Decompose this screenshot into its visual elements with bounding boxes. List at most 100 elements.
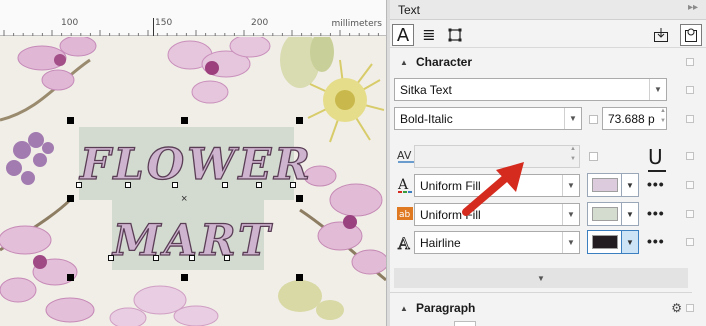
paragraph-tab-button[interactable]: ≣ — [418, 24, 440, 46]
collapse-docker-icon[interactable]: ▸▸ — [688, 2, 698, 13]
outline-color-swatch — [592, 235, 618, 249]
character-node[interactable] — [153, 255, 159, 261]
outline-width-value: Hairline — [420, 236, 461, 250]
selection-handle-middle-left[interactable] — [67, 195, 74, 202]
ruler-label-150: 150 — [155, 18, 173, 28]
kerning-checkbox[interactable] — [589, 152, 598, 161]
selection-handle-top-left[interactable] — [67, 117, 74, 124]
underline-pin[interactable] — [686, 152, 694, 160]
docker-options-button[interactable] — [680, 24, 702, 46]
ruler-label-200: 200 — [251, 18, 269, 28]
chevron-down-icon[interactable]: ▼ — [621, 174, 638, 196]
docker-title: Text — [398, 3, 421, 17]
outline-more-button[interactable]: ••• — [647, 233, 665, 249]
character-node[interactable] — [108, 255, 114, 261]
paragraph-control-partial[interactable] — [454, 321, 476, 326]
section-divider — [390, 292, 692, 293]
paragraph-pin[interactable] — [686, 304, 694, 312]
outline-width-dropdown[interactable]: Hairline ▼ — [414, 231, 580, 254]
docker-title-bar: Text ▸▸ — [390, 0, 706, 20]
chevron-down-icon[interactable]: ▼ — [562, 232, 579, 253]
chevron-down-icon[interactable]: ▼ — [621, 231, 638, 253]
frame-tab-button[interactable] — [444, 24, 466, 46]
chevron-down-icon[interactable]: ▼ — [562, 204, 579, 225]
character-node[interactable] — [290, 182, 296, 188]
font-style-dropdown[interactable]: Bold-Italic ▼ — [394, 107, 582, 130]
kerning-spin-down[interactable]: ▼ — [568, 156, 578, 166]
ruler-cursor-marker — [153, 18, 154, 36]
font-style-value: Bold-Italic — [400, 112, 453, 126]
character-node[interactable] — [224, 255, 230, 261]
document-canvas[interactable]: 100 150 200 millimeters FLOWER MART × — [0, 0, 386, 326]
docker-toolbar: A ≣ — [390, 22, 706, 48]
selection-handle-bottom-center[interactable] — [181, 274, 188, 281]
paragraph-section-header[interactable]: ▲ Paragraph ⚙ — [390, 298, 706, 320]
text-fill-color-picker[interactable]: ▼ — [587, 173, 639, 197]
font-family-dropdown[interactable]: Sitka Text ▼ — [394, 78, 667, 101]
character-section-header[interactable]: ▲ Character — [390, 52, 706, 74]
background-fill-swatch — [592, 207, 618, 221]
outline-icon: A — [397, 234, 413, 254]
chevron-down-icon[interactable]: ▼ — [562, 175, 579, 196]
kerning-icon: AV — [397, 148, 414, 164]
outline-color-picker[interactable]: ▼ — [587, 230, 639, 254]
font-family-pin[interactable] — [686, 86, 694, 94]
ruler-unit: millimeters — [331, 19, 382, 29]
text-fill-swatch — [592, 178, 618, 192]
outline-pin[interactable] — [686, 238, 694, 246]
font-size-pin[interactable] — [686, 115, 694, 123]
selection-handle-bottom-right[interactable] — [296, 274, 303, 281]
import-icon — [654, 28, 668, 42]
artistic-text-line1[interactable]: FLOWER — [79, 139, 313, 190]
selection-handle-top-center[interactable] — [181, 117, 188, 124]
font-size-spin-up[interactable]: ▲ — [658, 108, 668, 118]
character-node[interactable] — [222, 182, 228, 188]
selection-handle-middle-right[interactable] — [296, 195, 303, 202]
horizontal-ruler[interactable]: 100 150 200 millimeters — [0, 0, 386, 36]
selection-handle-top-right[interactable] — [296, 117, 303, 124]
font-family-value: Sitka Text — [400, 83, 452, 97]
selection-handle-bottom-left[interactable] — [67, 274, 74, 281]
svg-text:AV: AV — [397, 149, 412, 162]
character-node[interactable] — [172, 182, 178, 188]
chevron-down-icon[interactable]: ▼ — [564, 108, 581, 129]
rotation-center-mark: × — [181, 193, 188, 205]
character-section-title: Character — [416, 55, 473, 69]
font-size-spin-down[interactable]: ▼ — [658, 118, 668, 128]
character-format-icon: A — [396, 24, 410, 46]
background-fill-icon: ab — [397, 206, 413, 222]
options-icon — [685, 28, 697, 42]
ruler-ticks — [3, 30, 379, 36]
svg-text:A: A — [397, 177, 409, 193]
background-fill-more-button[interactable]: ••• — [647, 205, 665, 221]
import-styles-button[interactable] — [650, 24, 672, 46]
character-node[interactable] — [76, 182, 82, 188]
section-collapse-icon: ▲ — [400, 58, 408, 67]
chevron-down-icon[interactable]: ▼ — [621, 203, 638, 225]
section-collapse-icon: ▲ — [400, 304, 408, 313]
expand-more-options-button[interactable]: ▼ — [394, 268, 688, 288]
character-node[interactable] — [189, 255, 195, 261]
text-fill-more-button[interactable]: ••• — [647, 176, 665, 192]
font-size-value: 73.688 p — [608, 112, 655, 126]
text-fill-icon: A — [397, 176, 413, 193]
paragraph-settings-icon[interactable]: ⚙ — [671, 301, 682, 315]
svg-text:A: A — [397, 234, 410, 252]
text-fill-pin[interactable] — [686, 181, 694, 189]
paragraph-format-icon: ≣ — [422, 27, 436, 44]
underline-icon[interactable]: U — [648, 145, 663, 169]
svg-text:ab: ab — [399, 210, 411, 220]
character-node[interactable] — [125, 182, 131, 188]
background-fill-color-picker[interactable]: ▼ — [587, 202, 639, 226]
character-tab-button[interactable]: A — [392, 24, 414, 46]
section-pin-checkbox[interactable] — [686, 58, 694, 66]
chevron-down-icon[interactable]: ▼ — [649, 79, 666, 100]
kerning-spin-up[interactable]: ▲ — [568, 146, 578, 156]
character-node[interactable] — [256, 182, 262, 188]
text-docker-panel: Text ▸▸ A ≣ ▲ Character Sitka Text ▼ Bol… — [390, 0, 706, 326]
font-style-checkbox[interactable] — [589, 115, 598, 124]
annotation-arrow — [462, 162, 524, 216]
background-fill-pin[interactable] — [686, 210, 694, 218]
frame-format-icon — [448, 28, 462, 42]
ruler-label-100: 100 — [61, 18, 79, 28]
